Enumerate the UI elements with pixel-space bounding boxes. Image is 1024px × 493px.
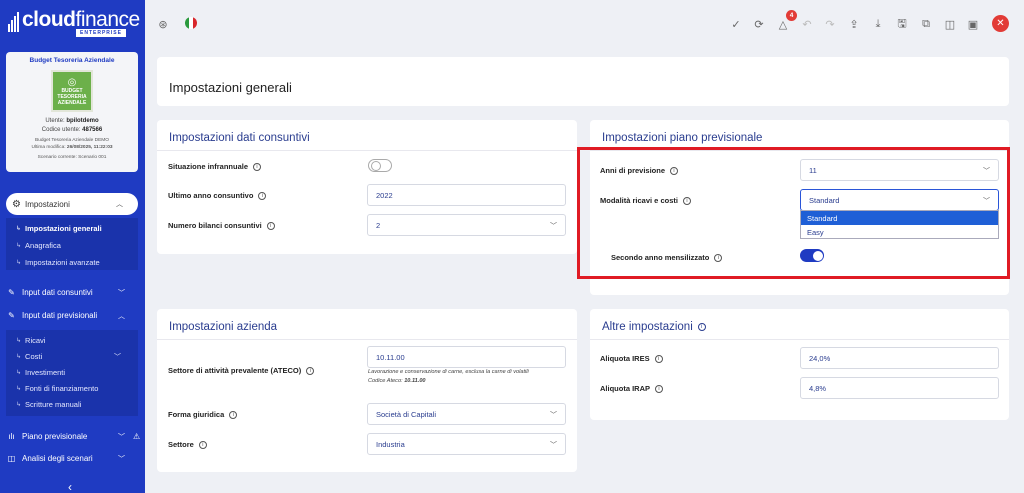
redo-icon[interactable]: ↷ xyxy=(822,16,838,32)
info-icon[interactable]: i xyxy=(229,410,238,419)
download-icon[interactable]: ⤓ xyxy=(870,16,886,32)
gear-icon: ⚙ xyxy=(12,198,21,210)
scenario-label: Scenario corrente: Scenario 001 xyxy=(37,155,107,160)
ultimo-anno-label: Ultimo anno consuntivo i xyxy=(168,191,267,200)
check-icon[interactable]: ✓ xyxy=(728,16,744,32)
chevron-down-icon: ﹀ xyxy=(118,455,125,463)
layout-icon[interactable]: ▣ xyxy=(965,16,981,32)
piano-title: Impostazioni piano previsionale xyxy=(602,132,763,144)
situazione-toggle[interactable] xyxy=(368,159,392,172)
panel-icon[interactable]: ◫ xyxy=(942,16,958,32)
sidebar-item-ricavi[interactable]: ↳ Ricavi xyxy=(16,336,45,345)
settore-select[interactable]: Industria ﹀ xyxy=(367,433,566,455)
irap-input[interactable]: 4,8% xyxy=(800,377,999,399)
sidebar-item-analisi-scenari[interactable]: ◫ Analisi degli scenari ﹀ xyxy=(6,453,125,464)
sub-menu-previsionali: ↳ Ricavi ↳ Costi ﹀ ↳ Investimenti ↳ Fonti di … xyxy=(6,330,138,416)
info-icon[interactable]: i xyxy=(198,440,207,449)
sidebar-item-costi[interactable]: ↳ Costi ﹀ xyxy=(16,352,128,361)
copy-icon[interactable]: ⧉ xyxy=(918,16,934,32)
ires-label: Aliquota IRES i xyxy=(600,354,663,363)
highlight-frame xyxy=(577,147,1010,279)
info-icon[interactable]: i xyxy=(655,384,663,393)
chevron-up-icon: ︿ xyxy=(118,312,125,320)
sidebar-item-input-previsionali[interactable]: ✎ Input dati previsionali ︿ xyxy=(6,310,125,321)
chevron-down-icon: ﹀ xyxy=(550,412,557,419)
ultimo-anno-input[interactable]: 2022 xyxy=(367,184,566,206)
code-value: 487566 xyxy=(82,127,103,133)
ateco-input[interactable]: 10.11.00 xyxy=(367,346,566,368)
help-icon[interactable]: ⊛ xyxy=(155,16,171,32)
info-icon[interactable]: i xyxy=(306,366,315,375)
refresh-icon[interactable]: ⟳ xyxy=(751,16,767,32)
page-title: Impostazioni generali xyxy=(169,80,292,95)
sidebar-item-impostazioni[interactable]: ⚙ Impostazioni ︿ xyxy=(6,193,138,215)
logo-main: cloud xyxy=(22,8,76,31)
sidebar-item-investimenti[interactable]: ↳ Investimenti xyxy=(16,368,65,377)
user-value: bpilotdemo xyxy=(66,118,99,124)
topbar: ⊛ ✓ ⟳ △ 4 ↶ ↷ ⇪ ⤓ 🖫 ⧉ ◫ ▣ ✕ xyxy=(145,0,1024,48)
numero-bilanci-select[interactable]: 2 ﹀ xyxy=(367,214,566,236)
notification-badge: 4 xyxy=(786,10,797,21)
budget-image: ◎ BUDGET TESORERIA AZIENDALE xyxy=(51,70,93,112)
sidebar-item-impostazioni-generali[interactable]: ↳ Impostazioni generali xyxy=(16,224,102,233)
situazione-label: Situazione infrannuale i xyxy=(168,162,262,171)
sidebar: cloudfinance ENTERPRISE Budget Tesoreria… xyxy=(0,0,145,493)
forma-label: Forma giuridica i xyxy=(168,410,238,419)
edit-icon: ✎ xyxy=(8,311,15,320)
altre-title: Altre impostazioni i xyxy=(602,321,706,333)
close-button[interactable]: ✕ xyxy=(992,15,1009,32)
forma-select[interactable]: Società di Capitali ﹀ xyxy=(367,403,566,425)
info-icon[interactable]: i xyxy=(266,221,275,230)
sidebar-item-input-consuntivi[interactable]: ✎ Input dati consuntivi ﹀ xyxy=(6,287,125,298)
irap-label: Aliquota IRAP i xyxy=(600,384,663,393)
info-icon[interactable]: i xyxy=(654,354,663,363)
chevron-up-icon: ︿ xyxy=(116,201,123,208)
bar-chart-icon: ılı xyxy=(8,432,15,441)
chevron-down-icon: ﹀ xyxy=(118,289,125,297)
budget-title: Budget Tesoreria Aziendale xyxy=(29,57,115,64)
chevron-down-icon: ﹀ xyxy=(118,433,125,441)
sidebar-item-impostazioni-avanzate[interactable]: ↳ Impostazioni avanzate xyxy=(16,258,100,267)
info-icon[interactable]: i xyxy=(258,191,267,200)
info-icon[interactable]: i xyxy=(253,162,262,171)
columns-icon: ◫ xyxy=(7,454,16,463)
logo-enterprise: ENTERPRISE xyxy=(76,29,126,37)
save-icon[interactable]: 🖫 xyxy=(894,16,910,32)
chevron-down-icon: ﹀ xyxy=(550,223,557,230)
upload-icon[interactable]: ⇪ xyxy=(846,16,862,32)
chevron-down-icon: ﹀ xyxy=(114,353,121,361)
logo-thin: finance xyxy=(75,8,141,31)
numero-bilanci-label: Numero bilanci consuntivi i xyxy=(168,221,275,230)
collapse-sidebar-icon[interactable]: ‹ xyxy=(68,480,72,493)
sidebar-item-scritture[interactable]: ↳ Scritture manuali xyxy=(16,400,81,409)
edit-icon: ✎ xyxy=(8,288,15,297)
consuntivi-title: Impostazioni dati consuntivi xyxy=(169,132,310,144)
page-header-card: Impostazioni generali xyxy=(157,57,1009,106)
azienda-title: Impostazioni azienda xyxy=(169,321,278,333)
warning-icon: ⚠ xyxy=(133,432,141,441)
logo-bars-icon xyxy=(8,12,19,32)
sidebar-item-piano-previsionale[interactable]: ılı Piano previsionale ﹀ ⚠ xyxy=(6,431,140,442)
coins-icon: ◎ xyxy=(67,76,77,88)
info-icon[interactable]: i xyxy=(697,323,706,331)
settore-label: Settore i xyxy=(168,440,207,449)
italian-flag-icon[interactable] xyxy=(185,17,197,29)
undo-icon[interactable]: ↶ xyxy=(799,16,815,32)
sidebar-item-fonti[interactable]: ↳ Fonti di finanziamento xyxy=(16,384,98,393)
settore-attivita-label: Settore di attività prevalente (ATECO) i xyxy=(168,366,315,375)
ires-input[interactable]: 24,0% xyxy=(800,347,999,369)
ateco-description: Lavorazione e conservazione di carne, es… xyxy=(368,369,529,384)
sidebar-item-anagrafica[interactable]: ↳ Anagrafica xyxy=(16,241,61,250)
budget-card: Budget Tesoreria Aziendale ◎ BUDGET TESO… xyxy=(6,52,138,172)
chevron-down-icon: ﹀ xyxy=(550,442,557,449)
sub-menu-impostazioni: ↳ Impostazioni generali ↳ Anagrafica ↳ Impo… xyxy=(6,218,138,270)
